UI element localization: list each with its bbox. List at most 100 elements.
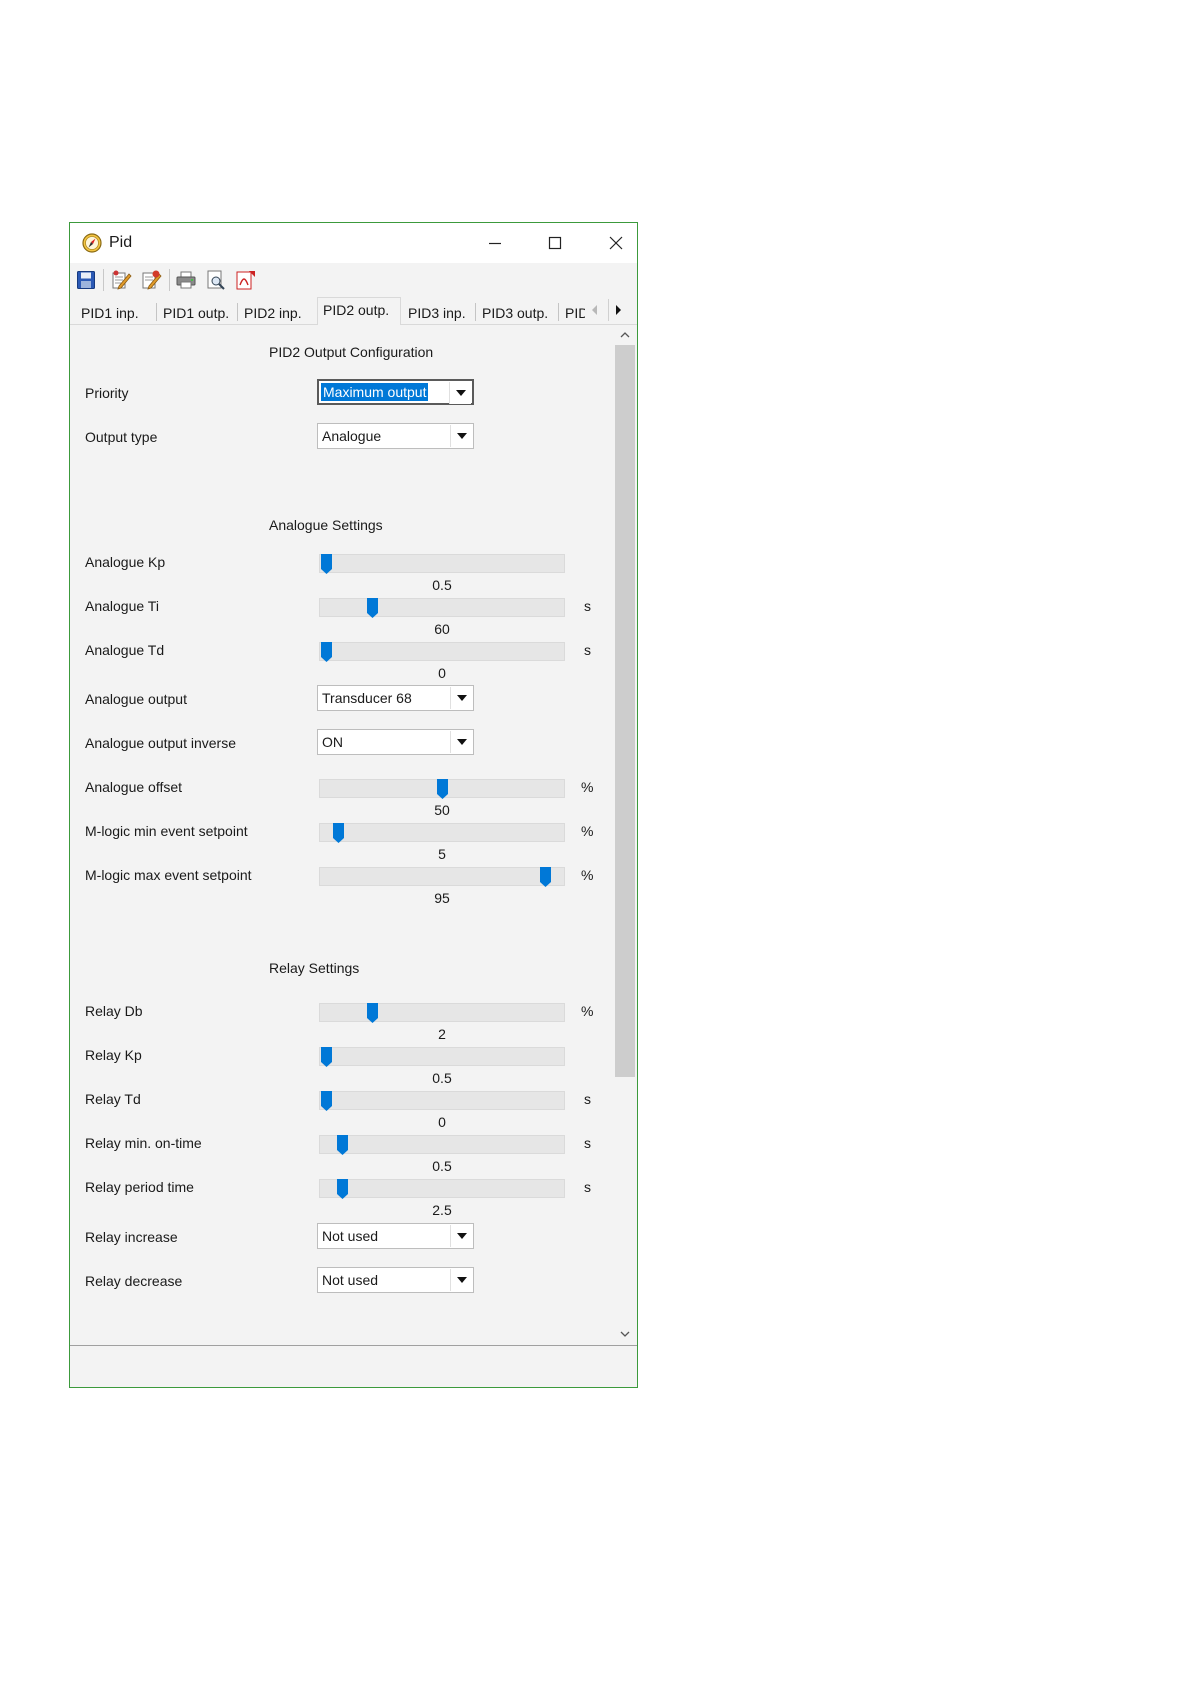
relay-kp-label: Relay Kp [85,1047,142,1063]
relay-period-time-unit: s [584,1179,591,1195]
chevron-down-icon [450,687,472,709]
read-button[interactable] [139,268,163,292]
analogue-output-select[interactable]: Transducer 68 [317,685,474,711]
compass-icon [82,233,102,253]
analogue-ti-slider[interactable] [319,598,565,618]
maximize-icon [548,236,562,250]
output-type-select[interactable]: Analogue [317,423,474,449]
analogue-output-label: Analogue output [85,691,187,707]
priority-select[interactable]: Maximum output [317,379,474,405]
relay-db-slider[interactable] [319,1003,565,1023]
tab-strip: PID1 inp. PID1 outp. PID2 inp. PID2 outp… [70,297,637,326]
window-title: Pid [109,234,133,251]
tab-scroll-left-button[interactable] [586,299,604,321]
section-analogue-settings: Analogue Settings [269,517,383,533]
slider-thumb[interactable] [436,779,448,799]
save-button[interactable] [74,268,98,292]
title-bar: Pid [70,223,637,263]
slider-thumb[interactable] [321,1047,332,1067]
scroll-up-button[interactable] [615,326,635,344]
analogue-td-unit: s [584,642,591,658]
relay-decrease-select[interactable]: Not used [317,1267,474,1293]
analogue-td-slider[interactable] [319,642,565,662]
write-button[interactable] [109,268,133,292]
mlogic-max-label: M-logic max event setpoint [85,867,252,883]
chevron-down-icon [450,425,472,447]
slider-thumb[interactable] [332,823,344,843]
mlogic-min-slider[interactable] [319,823,565,843]
relay-kp-slider[interactable] [319,1047,565,1067]
tab-pid-more[interactable]: PID [559,300,585,325]
tab-scroll-right-button[interactable] [608,299,626,321]
scroll-down-button[interactable] [615,1325,635,1343]
output-type-label: Output type [85,429,158,445]
relay-period-time-label: Relay period time [85,1179,194,1195]
analogue-output-inverse-select[interactable]: ON [317,729,474,755]
tab-pid1-inp[interactable]: PID1 inp. [81,300,157,325]
analogue-ti-label: Analogue Ti [85,598,159,614]
chevron-down-icon [450,1225,472,1247]
analogue-output-inverse-label: Analogue output inverse [85,735,236,751]
relay-td-value: 0 [438,1114,446,1130]
relay-increase-select[interactable]: Not used [317,1223,474,1249]
relay-min-on-time-unit: s [584,1135,591,1151]
tab-pid1-outp[interactable]: PID1 outp. [157,300,238,325]
mlogic-max-unit: % [581,867,594,883]
mlogic-max-value: 95 [434,890,450,906]
analogue-offset-slider[interactable] [319,779,565,799]
minimize-button[interactable] [471,227,519,259]
print-preview-button[interactable] [204,268,228,292]
tab-pid2-outp[interactable]: PID2 outp. [317,297,401,326]
tab-pid3-outp[interactable]: PID3 outp. [476,300,559,325]
slider-thumb[interactable] [321,1091,332,1111]
section-relay-settings: Relay Settings [269,960,360,976]
slider-thumb[interactable] [321,642,332,662]
maximize-button[interactable] [531,227,579,259]
analogue-ti-unit: s [584,598,591,614]
analogue-offset-value: 50 [434,802,450,818]
settings-panel: PID2 Output Configuration Priority Maxim… [70,325,637,1345]
slider-thumb[interactable] [367,1003,379,1023]
chevron-down-icon [449,382,471,404]
slider-thumb[interactable] [367,598,379,618]
relay-td-slider[interactable] [319,1091,565,1111]
vertical-scrollbar[interactable] [611,325,635,1345]
analogue-kp-slider[interactable] [319,554,565,574]
relay-increase-label: Relay increase [85,1229,178,1245]
analogue-kp-value: 0.5 [432,577,452,593]
pdf-export-button[interactable] [233,268,257,292]
pdf-export-icon [236,271,255,290]
analogue-kp-label: Analogue Kp [85,554,166,570]
analogue-offset-label: Analogue offset [85,779,183,795]
relay-db-value: 2 [438,1026,446,1042]
relay-db-label: Relay Db [85,1003,143,1019]
mlogic-min-unit: % [581,823,594,839]
relay-min-on-time-slider[interactable] [319,1135,565,1155]
close-button[interactable] [592,227,640,259]
analogue-ti-value: 60 [434,621,450,637]
relay-period-time-slider[interactable] [319,1179,565,1199]
save-icon [77,271,95,289]
tab-pid3-inp[interactable]: PID3 inp. [402,300,476,325]
slider-thumb[interactable] [540,867,552,887]
analogue-offset-unit: % [581,779,594,795]
chevron-left-icon [592,305,597,315]
analogue-td-value: 0 [438,665,446,681]
tab-pid2-inp[interactable]: PID2 inp. [238,300,317,325]
relay-kp-value: 0.5 [432,1070,452,1086]
priority-label: Priority [85,385,129,401]
minimize-icon [489,242,501,245]
print-preview-icon [207,270,225,290]
relay-db-unit: % [581,1003,594,1019]
slider-thumb[interactable] [337,1179,349,1199]
slider-thumb[interactable] [337,1135,349,1155]
slider-thumb[interactable] [321,554,332,574]
write-icon [112,270,132,290]
read-icon [142,270,162,290]
scrollbar-thumb[interactable] [615,345,635,1077]
close-icon [609,236,623,250]
print-button[interactable] [174,268,198,292]
mlogic-max-slider[interactable] [319,867,565,887]
mlogic-min-label: M-logic min event setpoint [85,823,248,839]
print-icon [176,271,196,289]
